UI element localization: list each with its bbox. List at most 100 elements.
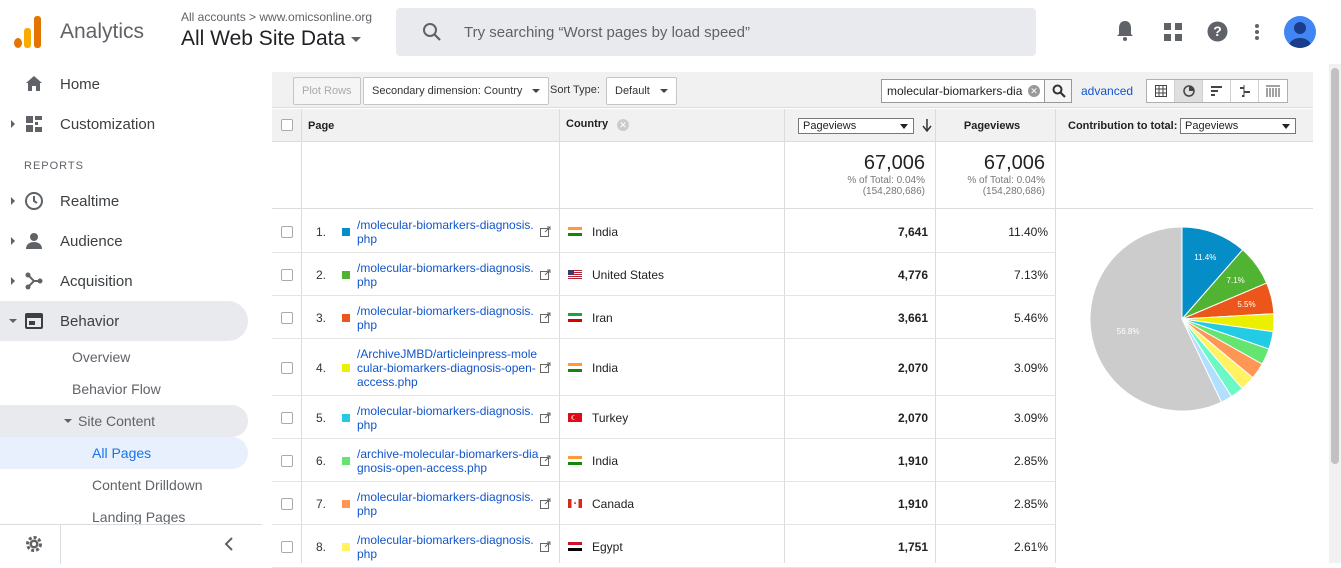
- column-header-country[interactable]: Country: [566, 118, 608, 130]
- iran-flag-icon: [568, 312, 582, 322]
- sort-descending-icon[interactable]: [922, 119, 932, 132]
- external-link-icon[interactable]: [540, 412, 551, 423]
- sidebar-item-behavior[interactable]: Behavior: [0, 301, 248, 341]
- india-flag-icon: [568, 362, 582, 372]
- row-checkbox[interactable]: [281, 497, 293, 510]
- total-value: 67,006: [863, 152, 925, 174]
- advanced-filter-link[interactable]: advanced: [1081, 84, 1133, 98]
- external-link-icon[interactable]: [540, 226, 551, 237]
- gear-icon[interactable]: [25, 535, 43, 553]
- collapse-chevron-left-icon[interactable]: [224, 537, 234, 551]
- row-number: 5.: [316, 410, 327, 425]
- report-main: Plot Rows Secondary dimension: Country S…: [272, 64, 1313, 568]
- row-checkbox[interactable]: [281, 540, 293, 553]
- acquisition-icon: [25, 272, 43, 290]
- sort-type-value: Default: [615, 85, 650, 97]
- external-link-icon[interactable]: [540, 312, 551, 323]
- series-color-swatch: [342, 456, 350, 465]
- page-link[interactable]: /molecular-biomarkers-diagnosis.php: [357, 533, 540, 561]
- page-link[interactable]: /molecular-biomarkers-diagnosis.php: [357, 261, 540, 289]
- page-link[interactable]: /molecular-biomarkers-diagnosis.php: [357, 304, 540, 332]
- sort-type-select[interactable]: Default: [606, 77, 677, 105]
- sidebar-item-overview[interactable]: Overview: [72, 341, 130, 373]
- scrollbar-thumb[interactable]: [1331, 68, 1339, 464]
- search-bar[interactable]: Try searching “Worst pages by load speed…: [396, 8, 1036, 56]
- sidebar-item-label: Customization: [60, 115, 156, 133]
- sidebar-item-audience[interactable]: Audience: [0, 221, 248, 261]
- sidebar-item-all-pages[interactable]: All Pages: [0, 437, 248, 469]
- pivot-view-icon[interactable]: [1259, 80, 1287, 102]
- analytics-logo-icon[interactable]: [14, 16, 42, 48]
- series-color-swatch: [342, 542, 350, 551]
- row-checkbox[interactable]: [281, 268, 293, 281]
- external-link-icon[interactable]: [540, 362, 551, 373]
- more-vert-icon[interactable]: [1254, 23, 1260, 41]
- total-pageviews: 67,006 % of Total: 0.04% (154,280,686): [784, 152, 925, 197]
- reports-section-label: REPORTS: [24, 160, 84, 172]
- view-selector[interactable]: All Web Site Data: [181, 27, 362, 51]
- total-value: 67,006: [983, 152, 1045, 174]
- egypt-flag-icon: [568, 541, 582, 551]
- canada-flag-icon: [568, 498, 582, 508]
- row-checkbox[interactable]: [281, 225, 293, 238]
- plot-rows-button[interactable]: Plot Rows: [293, 77, 361, 105]
- column-header-page[interactable]: Page: [308, 120, 334, 132]
- view-name: All Web Site Data: [181, 27, 346, 50]
- pie-slice-label: 7.1%: [1227, 276, 1245, 285]
- percent-value: 2.85%: [1013, 453, 1048, 468]
- turkey-flag-icon: [568, 412, 582, 422]
- table-filter-input[interactable]: molecular-biomarkers-dia: [881, 79, 1045, 103]
- sidebar-item-realtime[interactable]: Realtime: [0, 181, 248, 221]
- table-view-icon[interactable]: [1147, 80, 1175, 102]
- row-number: 2.: [316, 267, 327, 282]
- row-number: 7.: [316, 496, 327, 511]
- page-link[interactable]: /archive-molecular-biomarkers-diagnosis-…: [357, 447, 540, 475]
- page-link[interactable]: /ArchiveJMBD/articleinpress-molecular-bi…: [357, 347, 540, 389]
- sidebar-item-home[interactable]: Home: [0, 64, 248, 104]
- total-pageviews-contribution: 67,006 % of Total: 0.04% (154,280,686): [935, 152, 1045, 197]
- bell-icon[interactable]: [1116, 20, 1134, 42]
- percent-value: 7.13%: [1013, 267, 1048, 282]
- remove-dimension-icon[interactable]: ✕: [617, 119, 629, 131]
- select-all-checkbox[interactable]: [281, 119, 293, 131]
- secondary-dimension-select[interactable]: Secondary dimension: Country: [363, 77, 550, 105]
- sidebar-item-customization[interactable]: Customization: [0, 104, 248, 144]
- page-link[interactable]: /molecular-biomarkers-diagnosis.php: [357, 404, 540, 432]
- external-link-icon[interactable]: [540, 541, 551, 552]
- apps-grid-icon[interactable]: [1164, 23, 1182, 41]
- page-link[interactable]: /molecular-biomarkers-diagnosis.php: [357, 218, 540, 246]
- country-value: India: [592, 453, 619, 468]
- column-header-pageviews[interactable]: Pageviews: [936, 120, 1048, 132]
- pageviews-value: 3,661: [897, 310, 928, 325]
- filter-search-button[interactable]: [1044, 79, 1072, 103]
- pie-view-icon[interactable]: [1175, 80, 1203, 102]
- clear-filter-icon[interactable]: ✕: [1028, 85, 1040, 97]
- row-checkbox[interactable]: [281, 311, 293, 324]
- help-icon[interactable]: ?: [1207, 21, 1228, 42]
- row-checkbox[interactable]: [281, 361, 293, 374]
- pageviews-value: 4,776: [897, 267, 928, 282]
- sidebar-item-site-content[interactable]: Site Content: [0, 405, 248, 437]
- percent-value: 3.09%: [1013, 360, 1048, 375]
- percent-value: 2.61%: [1013, 539, 1048, 554]
- page-scrollbar[interactable]: [1329, 64, 1341, 563]
- comparison-view-icon[interactable]: [1231, 80, 1259, 102]
- row-checkbox[interactable]: [281, 411, 293, 424]
- pageviews-value: 2,070: [897, 360, 928, 375]
- chevron-down-icon: [900, 124, 908, 129]
- contribution-select[interactable]: Pageviews: [1180, 118, 1296, 134]
- sidebar-item-content-drilldown[interactable]: Content Drilldown: [92, 469, 203, 501]
- account-breadcrumb[interactable]: All accounts > www.omicsonline.org: [181, 10, 372, 24]
- external-link-icon[interactable]: [540, 269, 551, 280]
- series-color-swatch: [342, 363, 350, 372]
- external-link-icon[interactable]: [540, 498, 551, 509]
- sidebar-item-behavior-flow[interactable]: Behavior Flow: [72, 373, 161, 405]
- external-link-icon[interactable]: [540, 455, 551, 466]
- avatar[interactable]: [1284, 16, 1316, 48]
- metric-select[interactable]: Pageviews: [798, 118, 914, 134]
- pie-slice-label: 56.8%: [1117, 327, 1140, 336]
- performance-view-icon[interactable]: [1203, 80, 1231, 102]
- sidebar-item-acquisition[interactable]: Acquisition: [0, 261, 248, 301]
- page-link[interactable]: /molecular-biomarkers-diagnosis.php: [357, 490, 540, 518]
- row-checkbox[interactable]: [281, 454, 293, 467]
